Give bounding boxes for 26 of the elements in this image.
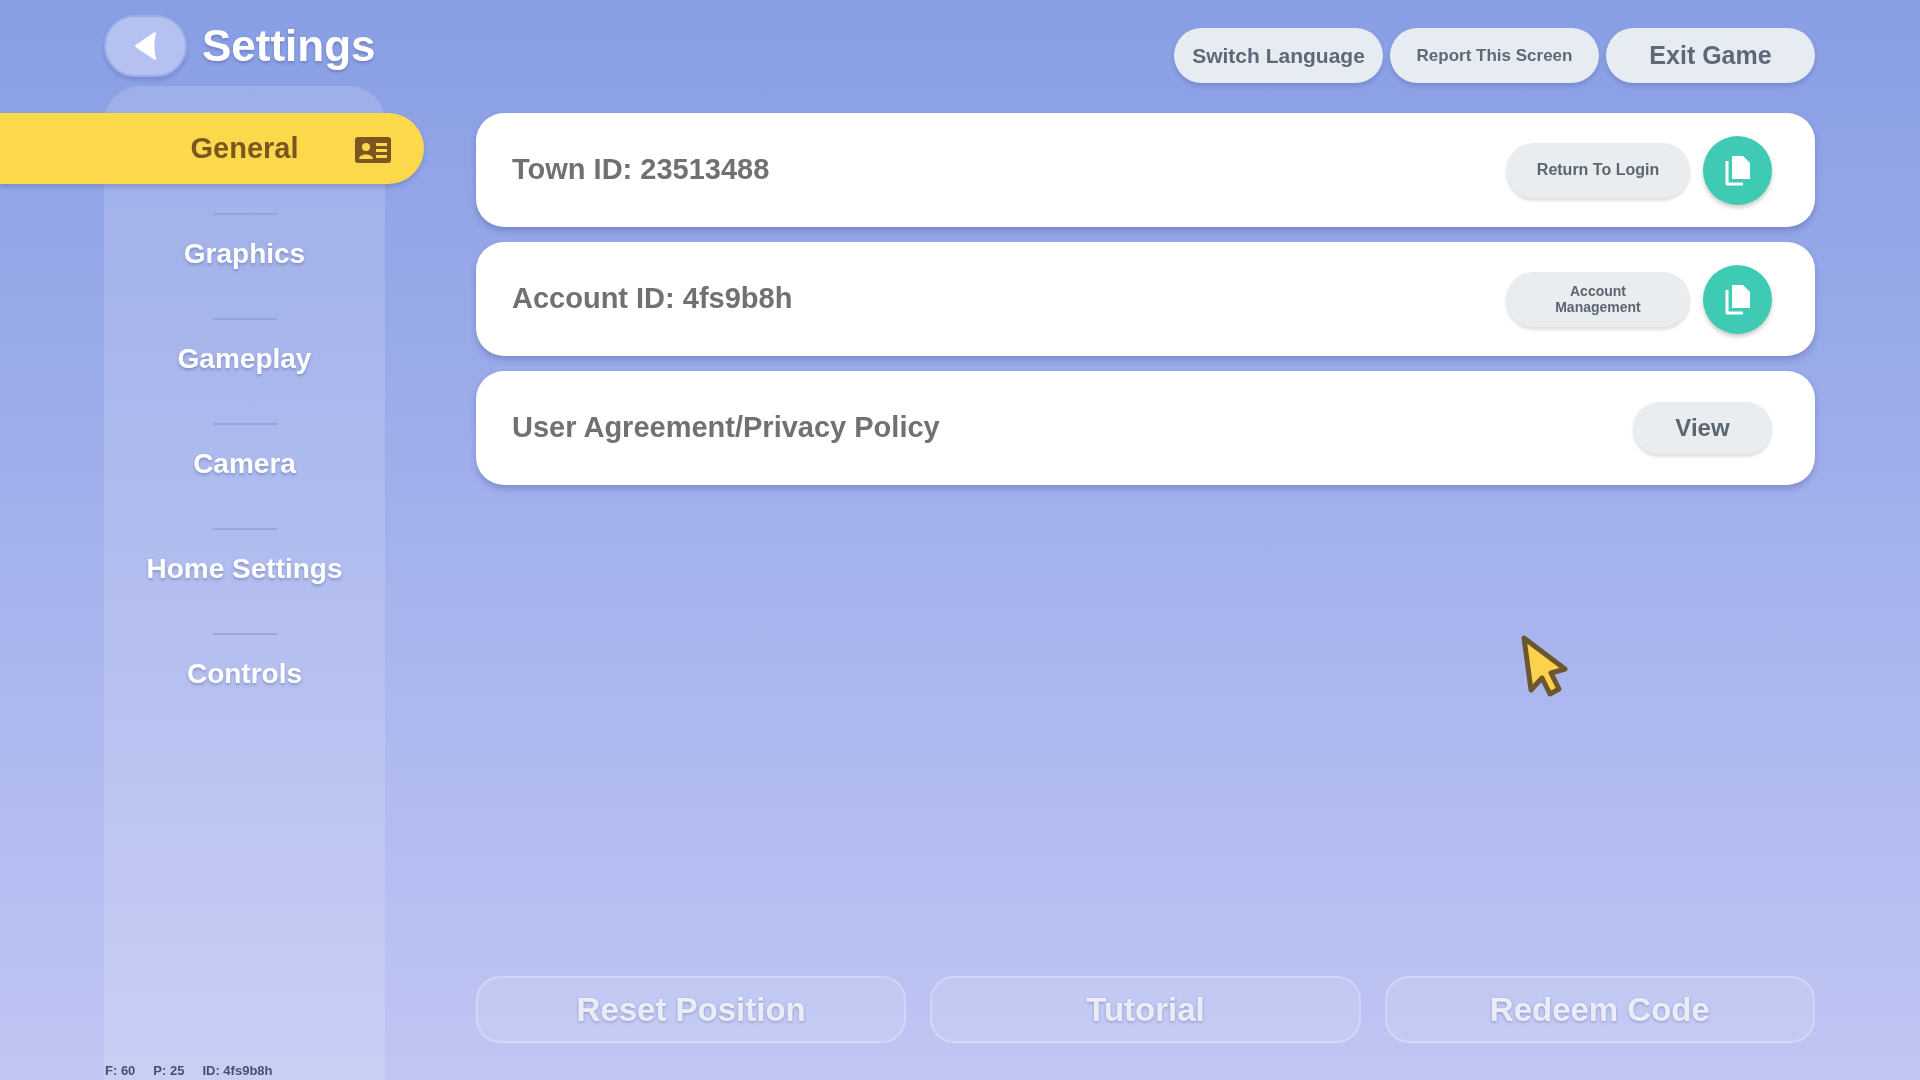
sidebar-tab[interactable]: Home Settings	[104, 533, 385, 604]
top-button[interactable]: Exit Game	[1606, 28, 1815, 83]
card-action-button[interactable]: Account Management	[1506, 271, 1690, 327]
page-title: Settings	[202, 20, 376, 72]
copy-button[interactable]	[1703, 264, 1772, 334]
card-action-button[interactable]: View	[1633, 402, 1772, 454]
debug-stat: ID: 4fs9b8h	[202, 1063, 273, 1078]
sidebar-tab[interactable]: General	[0, 113, 424, 184]
copy-button[interactable]	[1703, 135, 1772, 205]
back-arrow-icon	[133, 31, 158, 61]
copy-icon	[1723, 283, 1752, 315]
back-button[interactable]	[104, 15, 187, 77]
debug-stat: F: 60	[105, 1063, 136, 1078]
sidebar-tab[interactable]: Camera	[104, 428, 385, 499]
copy-icon	[1723, 154, 1752, 186]
card-label: User Agreement/Privacy Policy	[512, 410, 941, 446]
sidebar-tab[interactable]: Gameplay	[104, 323, 385, 394]
card-label: Account ID: 4fs9b8h	[512, 281, 794, 317]
card-label: Town ID: 23513488	[512, 152, 771, 188]
sidebar-tab[interactable]: Controls	[104, 638, 385, 709]
sidebar-tab[interactable]: Graphics	[104, 218, 385, 289]
debug-stat: P: 25	[153, 1063, 185, 1078]
id-card-icon	[355, 137, 391, 163]
card-action-button[interactable]: Return To Login	[1506, 142, 1690, 198]
top-button[interactable]: Switch Language	[1174, 28, 1383, 83]
top-button[interactable]: Report This Screen	[1390, 28, 1599, 83]
